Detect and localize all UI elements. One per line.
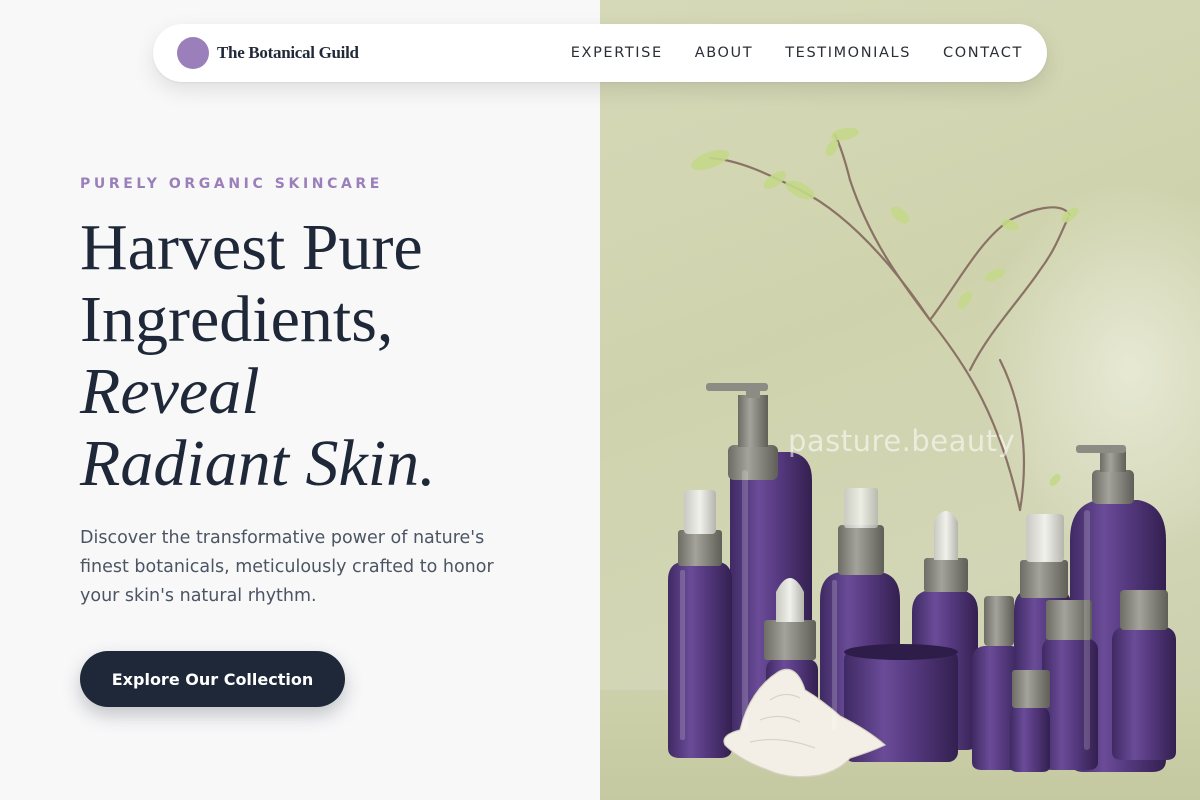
headline-line-3: Reveal	[80, 355, 260, 428]
nav-link-testimonials[interactable]: TESTIMONIALS	[785, 45, 911, 61]
brand-name[interactable]: The Botanical Guild	[217, 43, 359, 63]
headline-line-1: Harvest Pure	[80, 211, 423, 284]
nav-link-contact[interactable]: CONTACT	[943, 45, 1023, 61]
image-watermark: pasture.beauty	[788, 424, 1016, 458]
nav-link-about[interactable]: ABOUT	[695, 45, 754, 61]
hero-headline: Harvest Pure Ingredients, Reveal Radiant…	[80, 212, 436, 500]
hero-product-image: pasture.beauty	[600, 0, 1200, 800]
logo-icon[interactable]	[177, 37, 209, 69]
hero-description: Discover the transformative power of nat…	[80, 528, 494, 606]
spray-bottle-left	[668, 490, 732, 758]
product-illustration	[668, 127, 1176, 778]
headline-line-4: Radiant Skin.	[80, 427, 436, 500]
top-navigation: The Botanical Guild EXPERTISE ABOUT TEST…	[153, 24, 1047, 82]
hero-text-panel: PURELY ORGANIC SKINCARE Harvest Pure Ing…	[0, 0, 600, 800]
nav-links: EXPERTISE ABOUT TESTIMONIALS CONTACT	[571, 45, 1023, 61]
hero-eyebrow: PURELY ORGANIC SKINCARE	[80, 176, 383, 192]
headline-line-2: Ingredients,	[80, 283, 394, 356]
nav-link-expertise[interactable]: EXPERTISE	[571, 45, 663, 61]
explore-collection-button[interactable]: Explore Our Collection	[80, 651, 345, 707]
